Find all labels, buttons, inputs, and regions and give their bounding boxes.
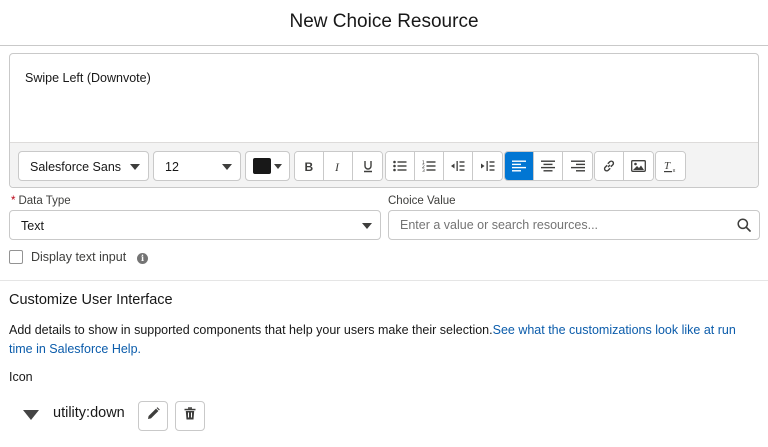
trash-icon (184, 407, 196, 425)
link-button[interactable] (595, 152, 624, 180)
display-text-input-label: Display text input (31, 250, 127, 264)
italic-icon: I (332, 160, 344, 172)
indent-icon (480, 160, 495, 172)
choice-value-field (388, 210, 760, 240)
rich-text-editor[interactable]: Swipe Left (Downvote) Salesforce Sans 12… (9, 53, 759, 188)
delete-icon-button[interactable] (175, 401, 205, 431)
font-family-select[interactable]: Salesforce Sans (18, 151, 149, 181)
choice-value-input[interactable] (390, 212, 724, 238)
bold-button[interactable]: B (295, 152, 324, 180)
remove-formatting-button[interactable]: Tx (656, 152, 685, 180)
data-type-label: * Data Type (11, 195, 71, 207)
chevron-down-icon (222, 164, 232, 170)
svg-text:3: 3 (422, 168, 425, 172)
modal-header: New Choice Resource (0, 0, 768, 46)
alignment-group (504, 151, 593, 181)
data-type-value: Text (21, 219, 44, 233)
modal-title: New Choice Resource (289, 11, 479, 32)
italic-button[interactable]: I (324, 152, 353, 180)
customize-help-text: Add details to show in supported compone… (9, 321, 761, 359)
info-icon[interactable]: i (137, 253, 148, 264)
outdent-icon (451, 160, 465, 172)
outdent-button[interactable] (444, 152, 473, 180)
align-right-button[interactable] (563, 152, 592, 180)
chevron-down-icon (130, 164, 140, 170)
align-right-icon (570, 160, 585, 172)
font-family-value: Salesforce Sans (30, 160, 122, 174)
text-style-group: B I (294, 151, 383, 181)
align-center-button[interactable] (534, 152, 563, 180)
triangle-down-icon (23, 410, 39, 420)
search-icon (737, 218, 751, 237)
remove-formatting-icon: Tx (663, 159, 678, 173)
bold-icon: B (303, 160, 315, 172)
align-center-icon (541, 160, 555, 172)
font-size-value: 12 (165, 160, 179, 174)
list-group: 123 (385, 151, 503, 181)
data-type-label-text: Data Type (18, 195, 71, 207)
align-left-button[interactable] (505, 152, 534, 180)
indent-button[interactable] (473, 152, 502, 180)
link-icon (602, 159, 616, 173)
svg-text:B: B (305, 160, 314, 172)
icon-name: utility:down (53, 405, 125, 421)
underline-icon (362, 160, 374, 173)
help-text: Add details to show in supported compone… (9, 323, 493, 337)
customize-section-title: Customize User Interface (9, 292, 173, 308)
bulleted-list-button[interactable] (386, 152, 415, 180)
text-color-picker[interactable] (245, 151, 290, 181)
icon-label: Icon (9, 370, 33, 384)
underline-button[interactable] (353, 152, 382, 180)
choice-value-label: Choice Value (388, 195, 456, 207)
align-left-icon (512, 160, 526, 172)
chevron-down-icon (274, 164, 282, 169)
clear-group: Tx (655, 151, 686, 181)
font-size-select[interactable]: 12 (153, 151, 241, 181)
image-button[interactable] (624, 152, 653, 180)
numbered-list-icon: 123 (422, 160, 436, 172)
bulleted-list-icon (393, 160, 407, 172)
editor-toolbar: Salesforce Sans 12 B I 1 2 3 T x (10, 142, 758, 187)
image-icon (631, 160, 646, 172)
section-divider (0, 280, 768, 281)
color-swatch (253, 158, 271, 174)
svg-text:x: x (673, 168, 676, 173)
chevron-down-icon (362, 223, 372, 229)
pencil-icon (147, 407, 160, 425)
display-text-input-checkbox[interactable] (9, 250, 23, 264)
svg-text:I: I (334, 160, 340, 172)
data-type-select[interactable]: Text (9, 210, 381, 240)
numbered-list-button[interactable]: 123 (415, 152, 444, 180)
insert-group (594, 151, 654, 181)
required-marker: * (11, 195, 16, 207)
svg-text:T: T (664, 160, 671, 172)
editor-content[interactable]: Swipe Left (Downvote) (25, 71, 151, 85)
edit-icon-button[interactable] (138, 401, 168, 431)
